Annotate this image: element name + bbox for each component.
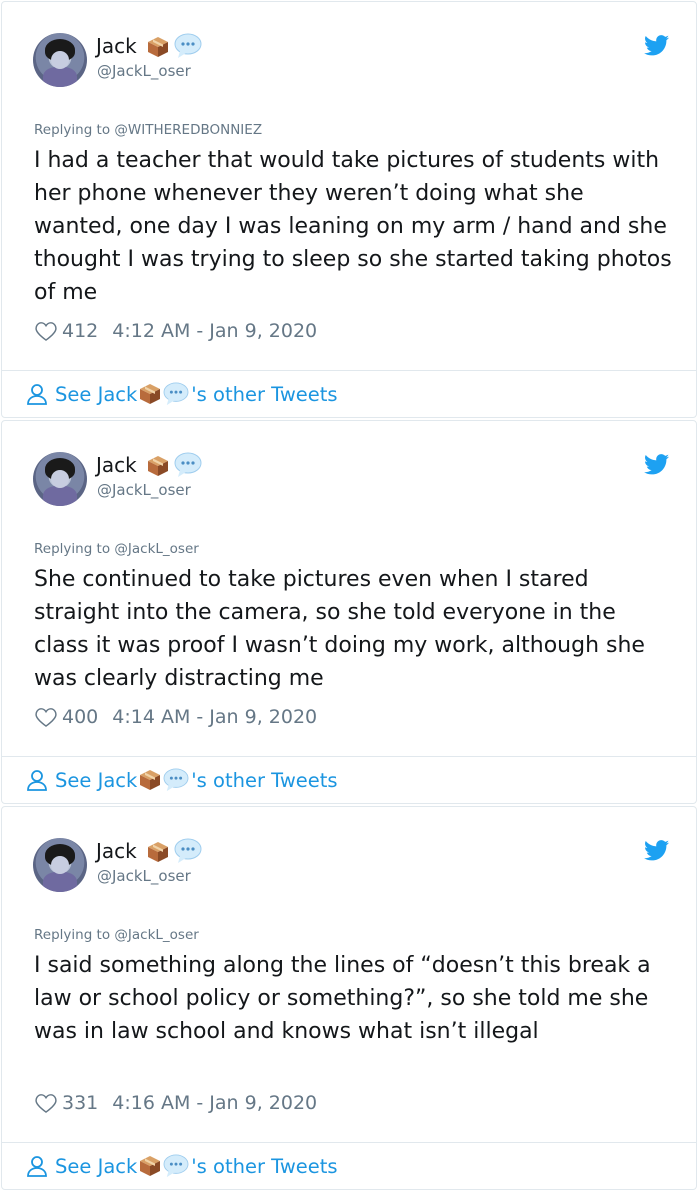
speech-bubble-emoji [163,1154,189,1178]
see-other-tweets-link[interactable]: See Jack 's other Tweets [26,382,338,406]
tweet-text: I said something along the lines of “doe… [34,953,651,1044]
author-name[interactable]: Jack [96,34,137,58]
see-suffix: 's other Tweets [191,768,338,792]
see-prefix: See Jack [55,382,138,406]
like-count[interactable]: 400 [62,706,98,728]
person-icon [27,770,47,791]
avatar[interactable] [33,838,87,892]
author-handle[interactable]: @JackL_oser [97,481,191,499]
replying-to[interactable]: Replying to @JackL_oser [34,541,199,557]
avatar[interactable] [33,33,87,87]
tweet-card: Jack @JackL_oser Replying to @JackL_oser… [1,806,697,1190]
like-count[interactable]: 412 [62,320,98,342]
person-icon [27,1156,47,1177]
heart-icon[interactable] [35,321,57,341]
author-name[interactable]: Jack [96,839,137,863]
package-box-emoji [148,456,168,476]
divider [2,370,696,371]
tweet-meta: 412 4:12 AM - Jan 9, 2020 [35,320,317,342]
see-other-tweets-link[interactable]: See Jack 's other Tweets [26,768,338,792]
timestamp[interactable]: 4:12 AM - Jan 9, 2020 [112,320,317,342]
tweet-card: Jack @JackL_oser Replying to @JackL_oser… [1,420,697,804]
person-icon [27,384,47,405]
timestamp[interactable]: 4:16 AM - Jan 9, 2020 [112,1092,317,1114]
author-handle[interactable]: @JackL_oser [97,867,191,885]
tweet-text: I had a teacher that would take pictures… [34,148,672,305]
tweet-text: She continued to take pictures even when… [34,567,645,691]
divider [2,1142,696,1143]
timestamp[interactable]: 4:14 AM - Jan 9, 2020 [112,706,317,728]
replying-to[interactable]: Replying to @JackL_oser [34,927,199,943]
see-prefix: See Jack [55,1154,138,1178]
package-box-emoji [148,842,168,862]
avatar[interactable] [33,452,87,506]
like-count[interactable]: 331 [62,1092,98,1114]
heart-icon[interactable] [35,1093,57,1113]
speech-bubble-emoji [174,838,202,863]
package-box-emoji [140,1156,161,1176]
speech-bubble-emoji [163,768,189,792]
package-box-emoji [140,770,161,790]
tweet-meta: 400 4:14 AM - Jan 9, 2020 [35,706,317,728]
see-prefix: See Jack [55,768,138,792]
package-box-emoji [140,384,161,404]
see-other-tweets-link[interactable]: See Jack 's other Tweets [26,1154,338,1178]
replying-to[interactable]: Replying to @WITHEREDBONNIEZ [34,122,262,138]
speech-bubble-emoji [163,382,189,406]
heart-icon[interactable] [35,707,57,727]
tweet-meta: 331 4:16 AM - Jan 9, 2020 [35,1092,317,1114]
divider [2,756,696,757]
author-name[interactable]: Jack [96,453,137,477]
tweet-card: Jack @JackL_oser Replying to @WITHEREDBO… [1,1,697,418]
twitter-bird-icon[interactable] [644,35,669,56]
see-suffix: 's other Tweets [191,1154,338,1178]
package-box-emoji [148,37,168,57]
twitter-bird-icon[interactable] [644,840,669,861]
speech-bubble-emoji [174,452,202,477]
see-suffix: 's other Tweets [191,382,338,406]
twitter-bird-icon[interactable] [644,454,669,475]
speech-bubble-emoji [174,33,202,58]
author-handle[interactable]: @JackL_oser [97,62,191,80]
